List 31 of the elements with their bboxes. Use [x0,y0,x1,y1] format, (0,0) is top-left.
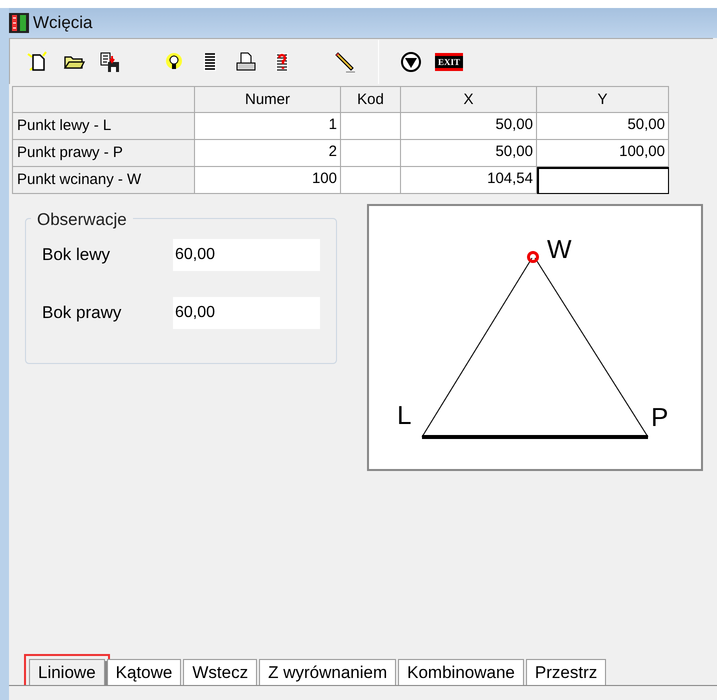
table-cell[interactable]: 100,00 [537,140,669,167]
point-label: W [547,236,572,262]
printer-icon[interactable] [234,50,258,74]
exit-icon[interactable]: EXIT [435,52,463,70]
table-cell[interactable] [341,113,401,140]
window-title: Wcięcia [33,12,93,34]
point-label: L [397,402,412,428]
field-label: Bok prawy [42,302,122,324]
tab[interactable]: Wstecz [183,659,258,685]
table-cell[interactable] [341,167,401,194]
save-document-icon[interactable] [98,50,122,74]
table-cell[interactable]: 2 [195,140,341,167]
table-cell[interactable]: 50,00 [401,140,537,167]
pencil-icon[interactable] [334,50,358,74]
table-cell[interactable]: 50,00 [537,113,669,140]
table-cell[interactable]: 1 [195,113,341,140]
input-field[interactable]: 60,00 [173,297,320,329]
down-circle-icon[interactable] [399,50,423,74]
table-cell[interactable] [341,140,401,167]
tab[interactable]: Kombinowane [398,659,524,685]
table-cell[interactable]: 50,00 [401,113,537,140]
input-field[interactable]: 60,00 [173,239,320,271]
table-cell[interactable]: 100 [195,167,341,194]
field-label: Bok lewy [42,244,112,266]
app-icon [9,13,29,33]
tab[interactable]: Przestrz [526,659,606,685]
tab[interactable]: Z wyrównaniem [259,659,396,685]
tab[interactable]: Kątowe [106,659,182,685]
table-cell[interactable] [537,167,669,194]
point-label: P [651,404,668,430]
table-cell[interactable]: 104,54 [401,167,537,194]
